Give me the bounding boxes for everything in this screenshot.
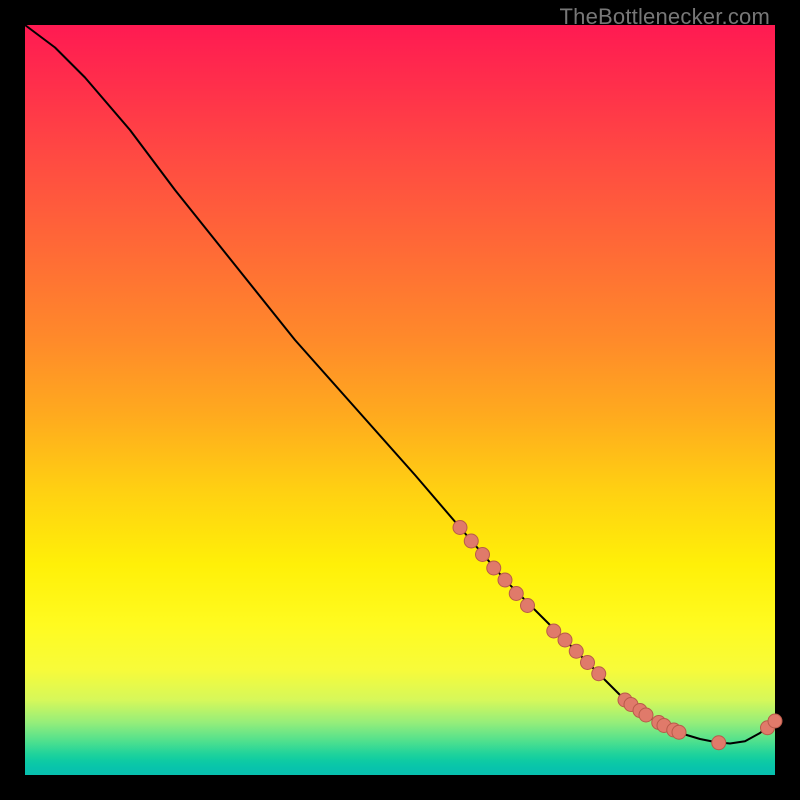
chart-stage: TheBottlenecker.com — [0, 0, 800, 800]
data-marker — [672, 725, 686, 739]
data-marker — [768, 714, 782, 728]
marker-layer — [453, 521, 782, 750]
data-marker — [712, 736, 726, 750]
data-marker — [547, 624, 561, 638]
data-marker — [521, 599, 535, 613]
data-marker — [639, 708, 653, 722]
data-marker — [464, 534, 478, 548]
data-marker — [487, 561, 501, 575]
bottleneck-curve — [25, 25, 775, 744]
data-marker — [581, 656, 595, 670]
data-marker — [476, 548, 490, 562]
data-marker — [592, 667, 606, 681]
data-marker — [558, 633, 572, 647]
data-marker — [509, 587, 523, 601]
data-marker — [569, 644, 583, 658]
data-marker — [453, 521, 467, 535]
data-marker — [498, 573, 512, 587]
chart-overlay — [25, 25, 775, 775]
